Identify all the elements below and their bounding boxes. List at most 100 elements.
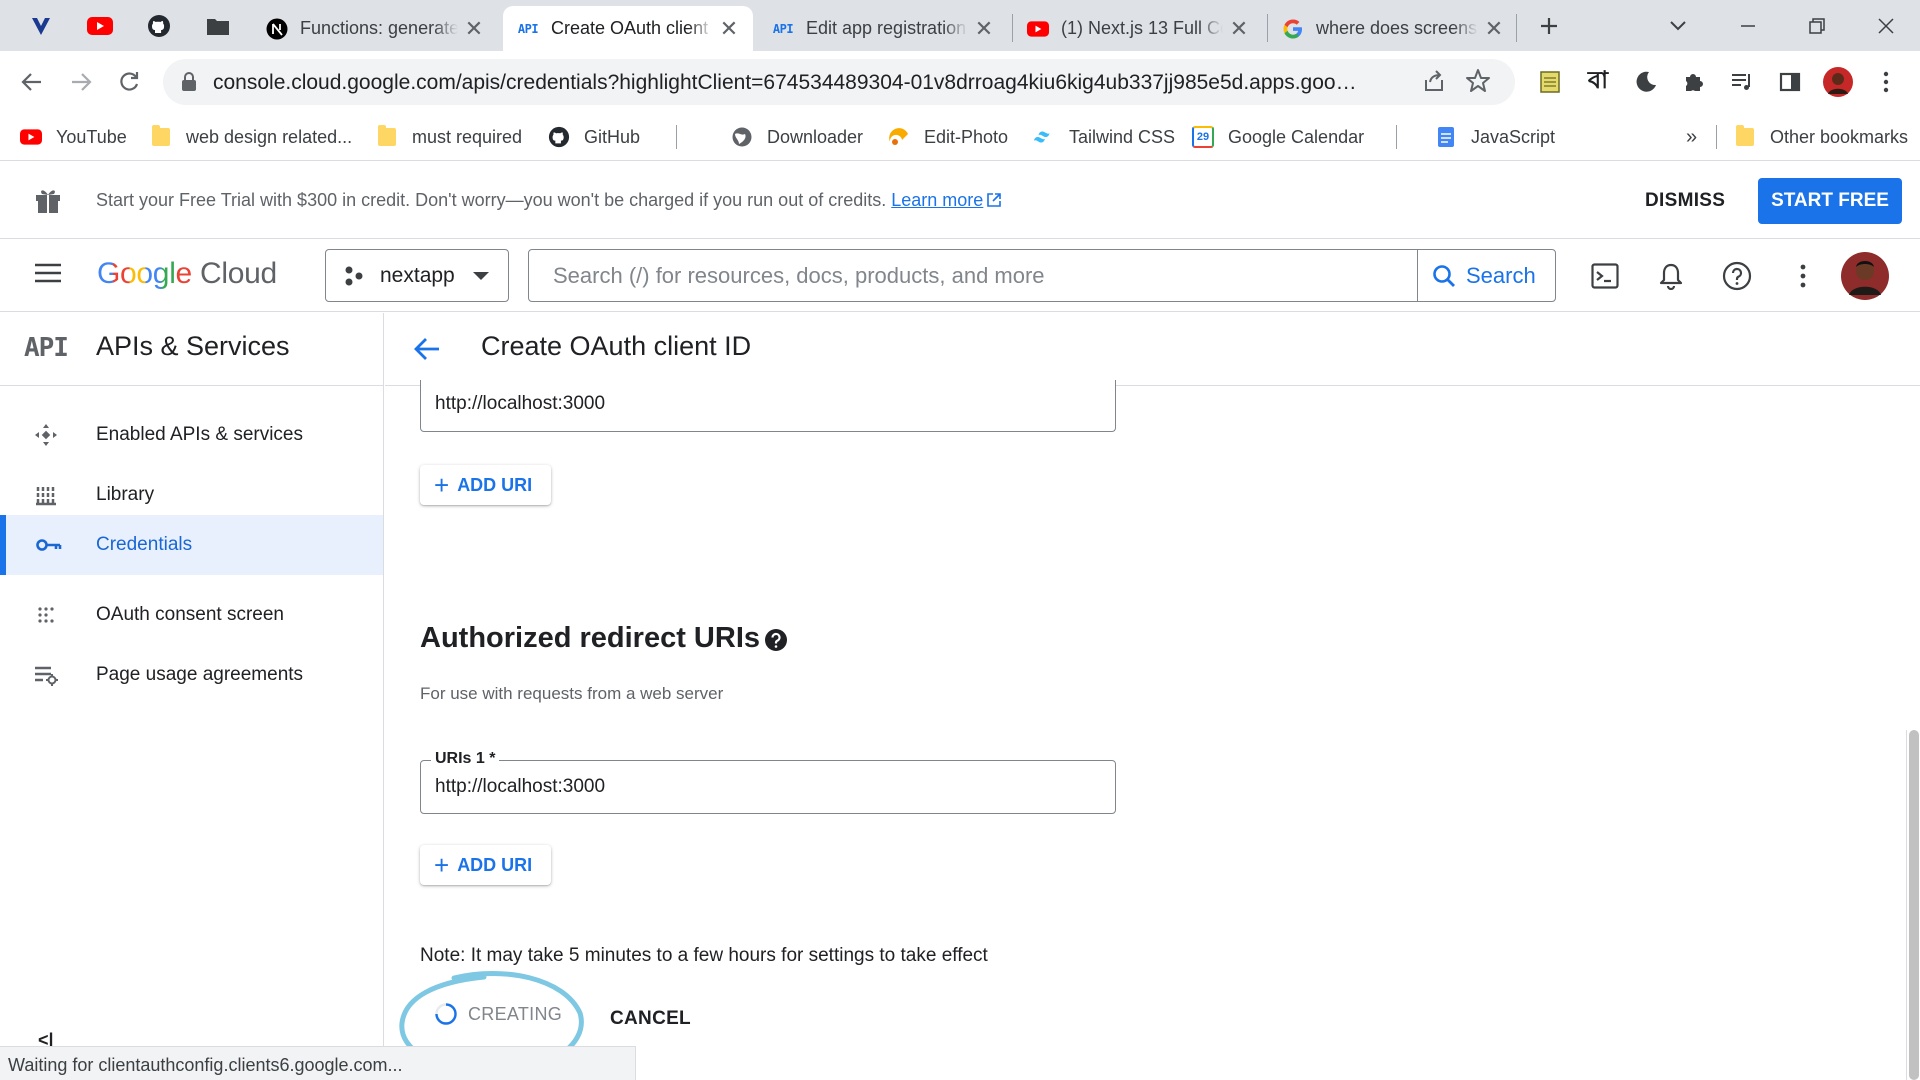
tab-create-oauth[interactable]: API Create OAuth client ✕ bbox=[503, 6, 753, 51]
bookmark-youtube[interactable]: YouTube bbox=[20, 124, 127, 150]
bookmark-github[interactable]: GitHub bbox=[548, 124, 640, 150]
github-icon bbox=[148, 15, 170, 37]
add-redirect-uri-button[interactable]: + ADD URI bbox=[420, 845, 551, 885]
tab-edit-app-registration[interactable]: API Edit app registration ✕ bbox=[758, 6, 1008, 51]
share-button[interactable] bbox=[1421, 68, 1447, 94]
reload-button[interactable] bbox=[111, 64, 147, 100]
tab-title: Create OAuth client bbox=[551, 18, 709, 38]
bookmark-must-required[interactable]: must required bbox=[376, 124, 522, 150]
extension-dark-mode[interactable] bbox=[1628, 64, 1664, 100]
more-options-button[interactable] bbox=[1785, 258, 1821, 294]
pinned-tab-folder[interactable] bbox=[202, 10, 234, 42]
google-icon bbox=[1283, 19, 1302, 38]
start-free-button[interactable]: START FREE bbox=[1758, 178, 1902, 224]
extensions-button[interactable] bbox=[1676, 64, 1712, 100]
bookmark-google-calendar[interactable]: 29 Google Calendar bbox=[1192, 124, 1364, 150]
share-icon bbox=[1425, 70, 1443, 91]
sidebar-item-oauth-consent[interactable]: OAuth consent screen bbox=[0, 585, 383, 645]
enabled-apis-icon bbox=[35, 424, 57, 446]
uri-value[interactable]: http://localhost:3000 bbox=[435, 776, 605, 798]
sidebar-item-page-usage[interactable]: Page usage agreements bbox=[0, 645, 383, 705]
learn-more-link[interactable]: Learn more bbox=[891, 190, 1002, 210]
close-icon[interactable]: ✕ bbox=[1229, 16, 1249, 42]
bookmark-javascript[interactable]: JavaScript bbox=[1435, 124, 1555, 150]
logo-google: Google bbox=[97, 257, 192, 290]
arrow-left-icon bbox=[21, 73, 41, 91]
close-icon[interactable]: ✕ bbox=[464, 16, 484, 42]
chevron-down-icon bbox=[1670, 21, 1686, 31]
banner-text: Start your Free Trial with $300 in credi… bbox=[96, 190, 887, 210]
folder-icon bbox=[378, 125, 396, 146]
account-avatar[interactable] bbox=[1840, 251, 1890, 301]
forward-button[interactable] bbox=[63, 64, 99, 100]
help-icon[interactable] bbox=[764, 628, 788, 652]
minimize-button[interactable] bbox=[1728, 8, 1768, 44]
add-origin-uri-button[interactable]: + ADD URI bbox=[420, 465, 551, 505]
main-menu-button[interactable] bbox=[34, 262, 62, 284]
cancel-button[interactable]: CANCEL bbox=[610, 1008, 691, 1030]
folder-icon bbox=[207, 19, 229, 35]
github-icon bbox=[548, 126, 570, 148]
tailwind-icon bbox=[1033, 131, 1050, 143]
tab-functions[interactable]: Functions: generate ✕ bbox=[252, 6, 498, 51]
bookmark-star-button[interactable] bbox=[1465, 68, 1491, 94]
tab-nextjs-video[interactable]: (1) Next.js 13 Full Co ✕ bbox=[1013, 6, 1263, 51]
page-header: Create OAuth client ID bbox=[385, 313, 1920, 386]
bookmarks-overflow-button[interactable]: » bbox=[1686, 124, 1697, 150]
playlist-icon bbox=[1732, 74, 1750, 90]
external-link-icon bbox=[987, 193, 1002, 207]
settings-note: Note: It may take 5 minutes to a few hou… bbox=[420, 945, 988, 966]
project-picker[interactable]: nextapp bbox=[325, 249, 509, 302]
dismiss-button[interactable]: DISMISS bbox=[1645, 190, 1725, 212]
uri-value[interactable]: http://localhost:3000 bbox=[435, 393, 605, 415]
back-button[interactable] bbox=[413, 335, 441, 363]
google-cloud-logo[interactable]: Google Cloud bbox=[97, 257, 277, 291]
main-scrollbar[interactable] bbox=[1906, 730, 1920, 1080]
notepad-icon bbox=[1540, 71, 1560, 93]
browser-menu-button[interactable] bbox=[1868, 64, 1904, 100]
profile-avatar[interactable] bbox=[1820, 64, 1856, 100]
learn-more-label: Learn more bbox=[891, 190, 984, 210]
tab-search-button[interactable] bbox=[1658, 8, 1698, 44]
close-icon[interactable]: ✕ bbox=[974, 16, 994, 42]
pinned-tab-github[interactable] bbox=[143, 10, 175, 42]
tab-google-search[interactable]: where does screens ✕ bbox=[1268, 6, 1518, 51]
bookmark-downloader[interactable]: Downloader bbox=[731, 124, 863, 150]
pinned-tab-youtube[interactable] bbox=[84, 10, 116, 42]
notifications-button[interactable] bbox=[1653, 258, 1689, 294]
back-button[interactable] bbox=[14, 64, 50, 100]
bookmark-web-design[interactable]: web design related... bbox=[150, 124, 352, 150]
dropdown-arrow-icon bbox=[473, 272, 489, 280]
sidebar-item-enabled-apis[interactable]: Enabled APIs & services bbox=[0, 405, 383, 465]
puzzle-icon bbox=[1686, 74, 1703, 91]
banner-message: Start your Free Trial with $300 in credi… bbox=[96, 190, 1002, 211]
pinned-tab-vercel[interactable] bbox=[25, 10, 57, 42]
restore-button[interactable] bbox=[1797, 8, 1837, 44]
search-input[interactable] bbox=[529, 250, 1417, 301]
scrollbar-thumb[interactable] bbox=[1909, 730, 1919, 1080]
bookmark-tailwind[interactable]: Tailwind CSS bbox=[1033, 124, 1175, 150]
close-icon[interactable]: ✕ bbox=[1484, 16, 1504, 42]
new-tab-button[interactable] bbox=[1529, 8, 1569, 44]
window-close-button[interactable] bbox=[1866, 8, 1906, 44]
other-bookmarks[interactable]: Other bookmarks bbox=[1734, 124, 1908, 150]
help-button[interactable] bbox=[1719, 258, 1755, 294]
sidebar-header: API APIs & Services bbox=[0, 313, 384, 386]
bookmark-edit-photo[interactable]: Edit-Photo bbox=[888, 124, 1008, 150]
close-icon[interactable]: ✕ bbox=[719, 16, 739, 42]
redirect-uris-heading: Authorized redirect URIs bbox=[420, 622, 760, 654]
bookmark-divider bbox=[676, 125, 677, 149]
address-bar[interactable]: console.cloud.google.com/apis/credential… bbox=[163, 59, 1515, 105]
plus-icon: + bbox=[434, 850, 450, 880]
media-control-button[interactable] bbox=[1724, 64, 1760, 100]
sidebar-item-credentials[interactable]: Credentials bbox=[0, 515, 383, 575]
side-panel-button[interactable] bbox=[1772, 64, 1808, 100]
cloud-shell-button[interactable] bbox=[1587, 258, 1623, 294]
field-label: URIs 1 * bbox=[431, 750, 500, 768]
origin-uri-field[interactable]: http://localhost:3000 bbox=[420, 380, 1116, 432]
search-button[interactable]: Search bbox=[1417, 250, 1555, 301]
url-text[interactable]: console.cloud.google.com/apis/credential… bbox=[213, 71, 1363, 95]
redirect-uri-field[interactable]: URIs 1 * http://localhost:3000 bbox=[420, 750, 1116, 814]
extension-notes[interactable] bbox=[1532, 64, 1568, 100]
extension-bengali[interactable]: বা bbox=[1580, 64, 1616, 100]
